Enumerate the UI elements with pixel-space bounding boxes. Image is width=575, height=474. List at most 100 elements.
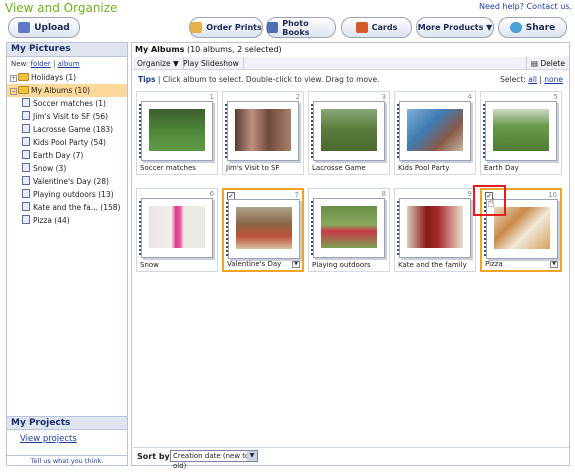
album-icon	[22, 176, 30, 185]
more-products-label: More Products ▼	[417, 23, 493, 32]
album-photo	[321, 206, 377, 248]
album-number: 4	[467, 93, 472, 101]
select-none-link[interactable]: none	[544, 75, 563, 84]
photo-books-label: Photo Books	[282, 18, 310, 37]
new-album-link[interactable]: album	[58, 60, 80, 68]
album-card[interactable]: 9 Kate and the family	[394, 188, 476, 272]
hand-cursor-icon: ☝	[487, 196, 495, 211]
my-pictures-heading: My Pictures	[7, 43, 127, 57]
tree-item-album[interactable]: Snow (3)	[7, 162, 127, 175]
album-icon	[22, 137, 30, 146]
tree-item-label: Kids Pool Party (54)	[33, 138, 106, 147]
app-title: View and Organize	[5, 1, 118, 15]
help-link[interactable]: Need help?	[479, 2, 524, 11]
album-cover	[311, 101, 385, 161]
album-icon	[22, 189, 30, 198]
chevron-down-icon[interactable]: ▼	[292, 261, 300, 268]
album-number: 1	[209, 93, 214, 101]
album-icon	[22, 215, 30, 224]
album-number: 10	[548, 191, 557, 199]
sidebar: My Pictures New: folder | album + Holiday…	[6, 42, 128, 466]
album-icon	[22, 202, 30, 211]
album-toolbar: Organize ▼ Play Slideshow ▤ Delete	[133, 57, 569, 70]
tree-item-album[interactable]: Soccer matches (1)	[7, 97, 127, 110]
collapse-icon[interactable]: −	[10, 88, 17, 95]
album-number: 6	[209, 190, 214, 198]
album-name: Soccer matches	[140, 164, 196, 172]
card-icon	[355, 22, 368, 33]
album-name: Playing outdoors	[312, 261, 371, 269]
panel-title-text: My Albums	[135, 45, 185, 54]
album-card[interactable]: 1 Soccer matches	[136, 91, 218, 175]
tree-item-label: Lacrosse Game (183)	[33, 125, 114, 134]
album-photo	[407, 206, 463, 248]
contact-link[interactable]: Contact us.	[527, 2, 572, 11]
tree-item-label: Jim's Visit to SF (56)	[33, 112, 109, 121]
album-photo	[235, 109, 291, 151]
album-card[interactable]: 5 Earth Day	[480, 91, 562, 175]
select-all-link[interactable]: all	[528, 75, 537, 84]
view-projects-link[interactable]: View projects	[20, 434, 77, 444]
organize-menu[interactable]: Organize ▼	[133, 57, 184, 70]
album-card[interactable]: 6 Snow	[136, 188, 218, 272]
tips-text: | Click album to select. Double-click to…	[157, 75, 380, 84]
new-folder-link[interactable]: folder	[30, 60, 50, 68]
album-number: 8	[381, 190, 386, 198]
photo-books-button[interactable]: Photo Books	[266, 17, 336, 38]
select-label: Select:	[500, 75, 526, 84]
album-photo	[493, 109, 549, 151]
play-slideshow-button[interactable]: Play Slideshow	[179, 57, 244, 70]
album-number: 9	[467, 190, 472, 198]
chevron-down-icon[interactable]: ▼	[550, 261, 558, 268]
album-name: Valentine's Day	[227, 260, 282, 268]
album-number: 3	[381, 93, 386, 101]
my-projects-heading: My Projects	[7, 416, 127, 430]
panel-title: My Albums (10 albums, 2 selected)	[135, 45, 282, 54]
tree-item-album[interactable]: Valentine's Day (28)	[7, 175, 127, 188]
tree-item-album[interactable]: Kate and the fa... (158)	[7, 201, 127, 214]
sort-label: Sort by:	[137, 452, 173, 461]
tree-item-album[interactable]: Pizza (44)	[7, 214, 127, 227]
album-photo	[236, 207, 292, 249]
album-name: Earth Day	[484, 164, 519, 172]
tree-item-label: Pizza (44)	[33, 216, 70, 225]
photo-book-icon	[267, 22, 279, 33]
album-icon	[22, 124, 30, 133]
album-card[interactable]: 3 Lacrosse Game	[308, 91, 390, 175]
tree-item-holidays[interactable]: + Holidays (1)	[7, 71, 127, 84]
tree-item-label: Soccer matches (1)	[33, 99, 106, 108]
album-card[interactable]: 8 Playing outdoors	[308, 188, 390, 272]
delete-button[interactable]: ▤ Delete	[525, 57, 569, 70]
share-button[interactable]: Share	[498, 17, 567, 38]
upload-button[interactable]: Upload	[8, 17, 80, 38]
tree-item-album[interactable]: Playing outdoors (13)	[7, 188, 127, 201]
album-card[interactable]: 2 Jim's Visit to SF	[222, 91, 304, 175]
album-photo	[149, 206, 205, 248]
album-cover	[397, 101, 471, 161]
more-products-button[interactable]: More Products ▼	[416, 17, 494, 38]
album-photo	[149, 109, 205, 151]
tree-item-album[interactable]: Lacrosse Game (183)	[7, 123, 127, 136]
album-number: 5	[553, 93, 558, 101]
order-prints-button[interactable]: Order Prints	[189, 17, 263, 38]
album-icon	[22, 163, 30, 172]
tree-item-album[interactable]: Earth Day (7)	[7, 149, 127, 162]
feedback-link[interactable]: Tell us what you think.	[7, 455, 127, 466]
album-cover	[225, 101, 299, 161]
tree-item-album[interactable]: Jim's Visit to SF (56)	[7, 110, 127, 123]
tree-item-my-albums[interactable]: − My Albums (10)	[7, 84, 127, 97]
sort-select[interactable]: Creation date (new to old) ▼	[170, 450, 258, 470]
album-card[interactable]: 4 Kids Pool Party	[394, 91, 476, 175]
album-photo	[407, 109, 463, 151]
album-count: (10 albums, 2 selected)	[186, 45, 282, 54]
album-card-selected[interactable]: ✓ 7 Valentine's Day ▼	[222, 188, 304, 272]
tree-item-label: Holidays (1)	[31, 73, 77, 82]
cards-button[interactable]: Cards	[341, 17, 412, 38]
cards-label: Cards	[371, 23, 398, 32]
trash-icon: ▤	[530, 59, 538, 68]
tree-item-album[interactable]: Kids Pool Party (54)	[7, 136, 127, 149]
sort-bar: Sort by: Creation date (new to old) ▼	[133, 447, 569, 470]
album-name: Snow	[140, 261, 159, 269]
expand-icon[interactable]: +	[10, 75, 17, 82]
upload-label: Upload	[34, 22, 70, 33]
